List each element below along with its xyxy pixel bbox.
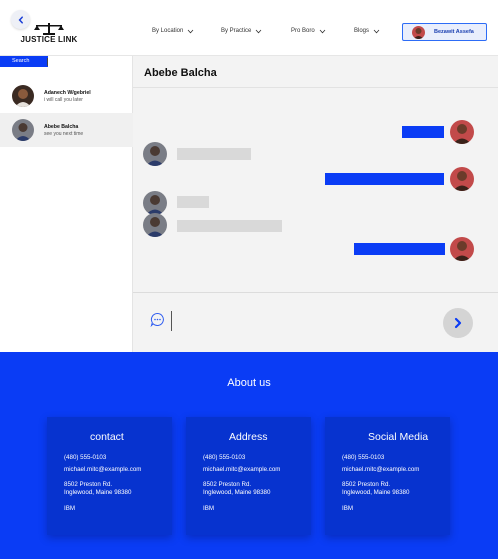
search-button[interactable]: Search bbox=[0, 56, 48, 67]
card-company: IBM bbox=[64, 505, 76, 512]
search-input-caret[interactable] bbox=[47, 58, 48, 66]
chevron-down-icon bbox=[373, 29, 380, 33]
chevron-down-icon bbox=[256, 29, 262, 33]
outgoing-message-bubble bbox=[325, 173, 444, 185]
send-button[interactable] bbox=[443, 308, 473, 338]
chevron-right-icon bbox=[454, 317, 462, 329]
card-title: Social Media bbox=[368, 431, 429, 443]
contact-last-message: i will call you later bbox=[44, 97, 83, 103]
card-company: IBM bbox=[342, 505, 354, 512]
card-email: michael.mitc@example.com bbox=[64, 466, 142, 473]
card-address-line1: 8502 Preston Rd. bbox=[64, 481, 113, 488]
avatar bbox=[450, 167, 474, 191]
chevron-down-icon bbox=[319, 29, 325, 33]
chat-title: Abebe Balcha bbox=[144, 67, 217, 79]
card-email: michael.mitc@example.com bbox=[342, 466, 420, 473]
nav-blogs[interactable]: Blogs bbox=[354, 28, 380, 34]
chat-panel: Abebe Balcha bbox=[133, 56, 498, 352]
contact-item[interactable]: Adanech W/gebriel i will call you later bbox=[0, 79, 133, 113]
top-header: JUSTICE LINK By Location By Practice Pro… bbox=[0, 0, 498, 56]
card-title: Address bbox=[229, 431, 268, 443]
contact-last-message: see you next time bbox=[44, 131, 84, 137]
card-address-line2: Inglewood, Maine 98380 bbox=[342, 489, 410, 496]
card-address-line1: 8502 Preston Rd. bbox=[342, 481, 391, 488]
card-email: michael.mitc@example.com bbox=[203, 466, 281, 473]
incoming-message-bubble bbox=[177, 148, 251, 160]
card-address-line2: Inglewood, Maine 98380 bbox=[64, 489, 132, 496]
chat-bubble-icon[interactable] bbox=[150, 312, 165, 327]
nav-label: By Location bbox=[152, 28, 184, 34]
avatar bbox=[450, 237, 474, 261]
scales-of-justice-icon bbox=[34, 23, 64, 35]
message-composer bbox=[133, 292, 498, 352]
chat-header: Abebe Balcha bbox=[133, 56, 498, 88]
contact-name: Adanech W/gebriel bbox=[44, 90, 91, 96]
message-input[interactable] bbox=[171, 311, 172, 331]
card-phone: (480) 555-0103 bbox=[342, 454, 385, 461]
logo[interactable]: JUSTICE LINK bbox=[14, 22, 84, 46]
card-phone: (480) 555-0103 bbox=[203, 454, 246, 461]
nav-by-practice[interactable]: By Practice bbox=[221, 28, 262, 34]
avatar bbox=[143, 142, 167, 166]
avatar bbox=[412, 25, 425, 39]
avatar bbox=[143, 191, 167, 215]
incoming-message-bubble bbox=[177, 196, 209, 208]
outgoing-message-bubble bbox=[402, 126, 444, 138]
avatar bbox=[12, 85, 34, 107]
card-phone: (480) 555-0103 bbox=[64, 454, 107, 461]
chevron-down-icon bbox=[188, 29, 194, 33]
incoming-message-bubble bbox=[177, 220, 282, 232]
nav-label: Pro Boro bbox=[291, 28, 315, 34]
avatar bbox=[143, 213, 167, 237]
outgoing-message-bubble bbox=[354, 243, 445, 255]
nav-pro-boro[interactable]: Pro Boro bbox=[291, 28, 326, 34]
avatar bbox=[450, 120, 474, 144]
user-profile-button[interactable]: Bezawit Assefa bbox=[402, 23, 487, 41]
nav-label: By Practice bbox=[221, 28, 252, 34]
social-media-card: Social Media (480) 555-0103 michael.mitc… bbox=[325, 417, 450, 535]
avatar bbox=[12, 119, 34, 141]
card-title: contact bbox=[90, 431, 124, 443]
conversation-list: Search Adanech W/gebriel i will call you… bbox=[0, 56, 133, 352]
nav-label: Blogs bbox=[354, 28, 370, 34]
user-name: Bezawit Assefa bbox=[434, 29, 474, 35]
logo-text: JUSTICE LINK bbox=[20, 35, 78, 44]
footer: About us contact (480) 555-0103 michael.… bbox=[0, 352, 498, 559]
contact-item-active[interactable]: Abebe Balcha see you next time bbox=[0, 113, 133, 147]
contact-card: contact (480) 555-0103 michael.mitc@exam… bbox=[47, 417, 172, 535]
card-address-line2: Inglewood, Maine 98380 bbox=[203, 489, 271, 496]
card-company: IBM bbox=[203, 505, 215, 512]
card-address-line1: 8502 Preston Rd. bbox=[203, 481, 252, 488]
search-label: Search bbox=[12, 58, 30, 64]
about-title: About us bbox=[227, 377, 271, 389]
address-card: Address (480) 555-0103 michael.mitc@exam… bbox=[186, 417, 311, 535]
contact-name: Abebe Balcha bbox=[44, 124, 79, 130]
nav-by-location[interactable]: By Location bbox=[152, 28, 194, 34]
